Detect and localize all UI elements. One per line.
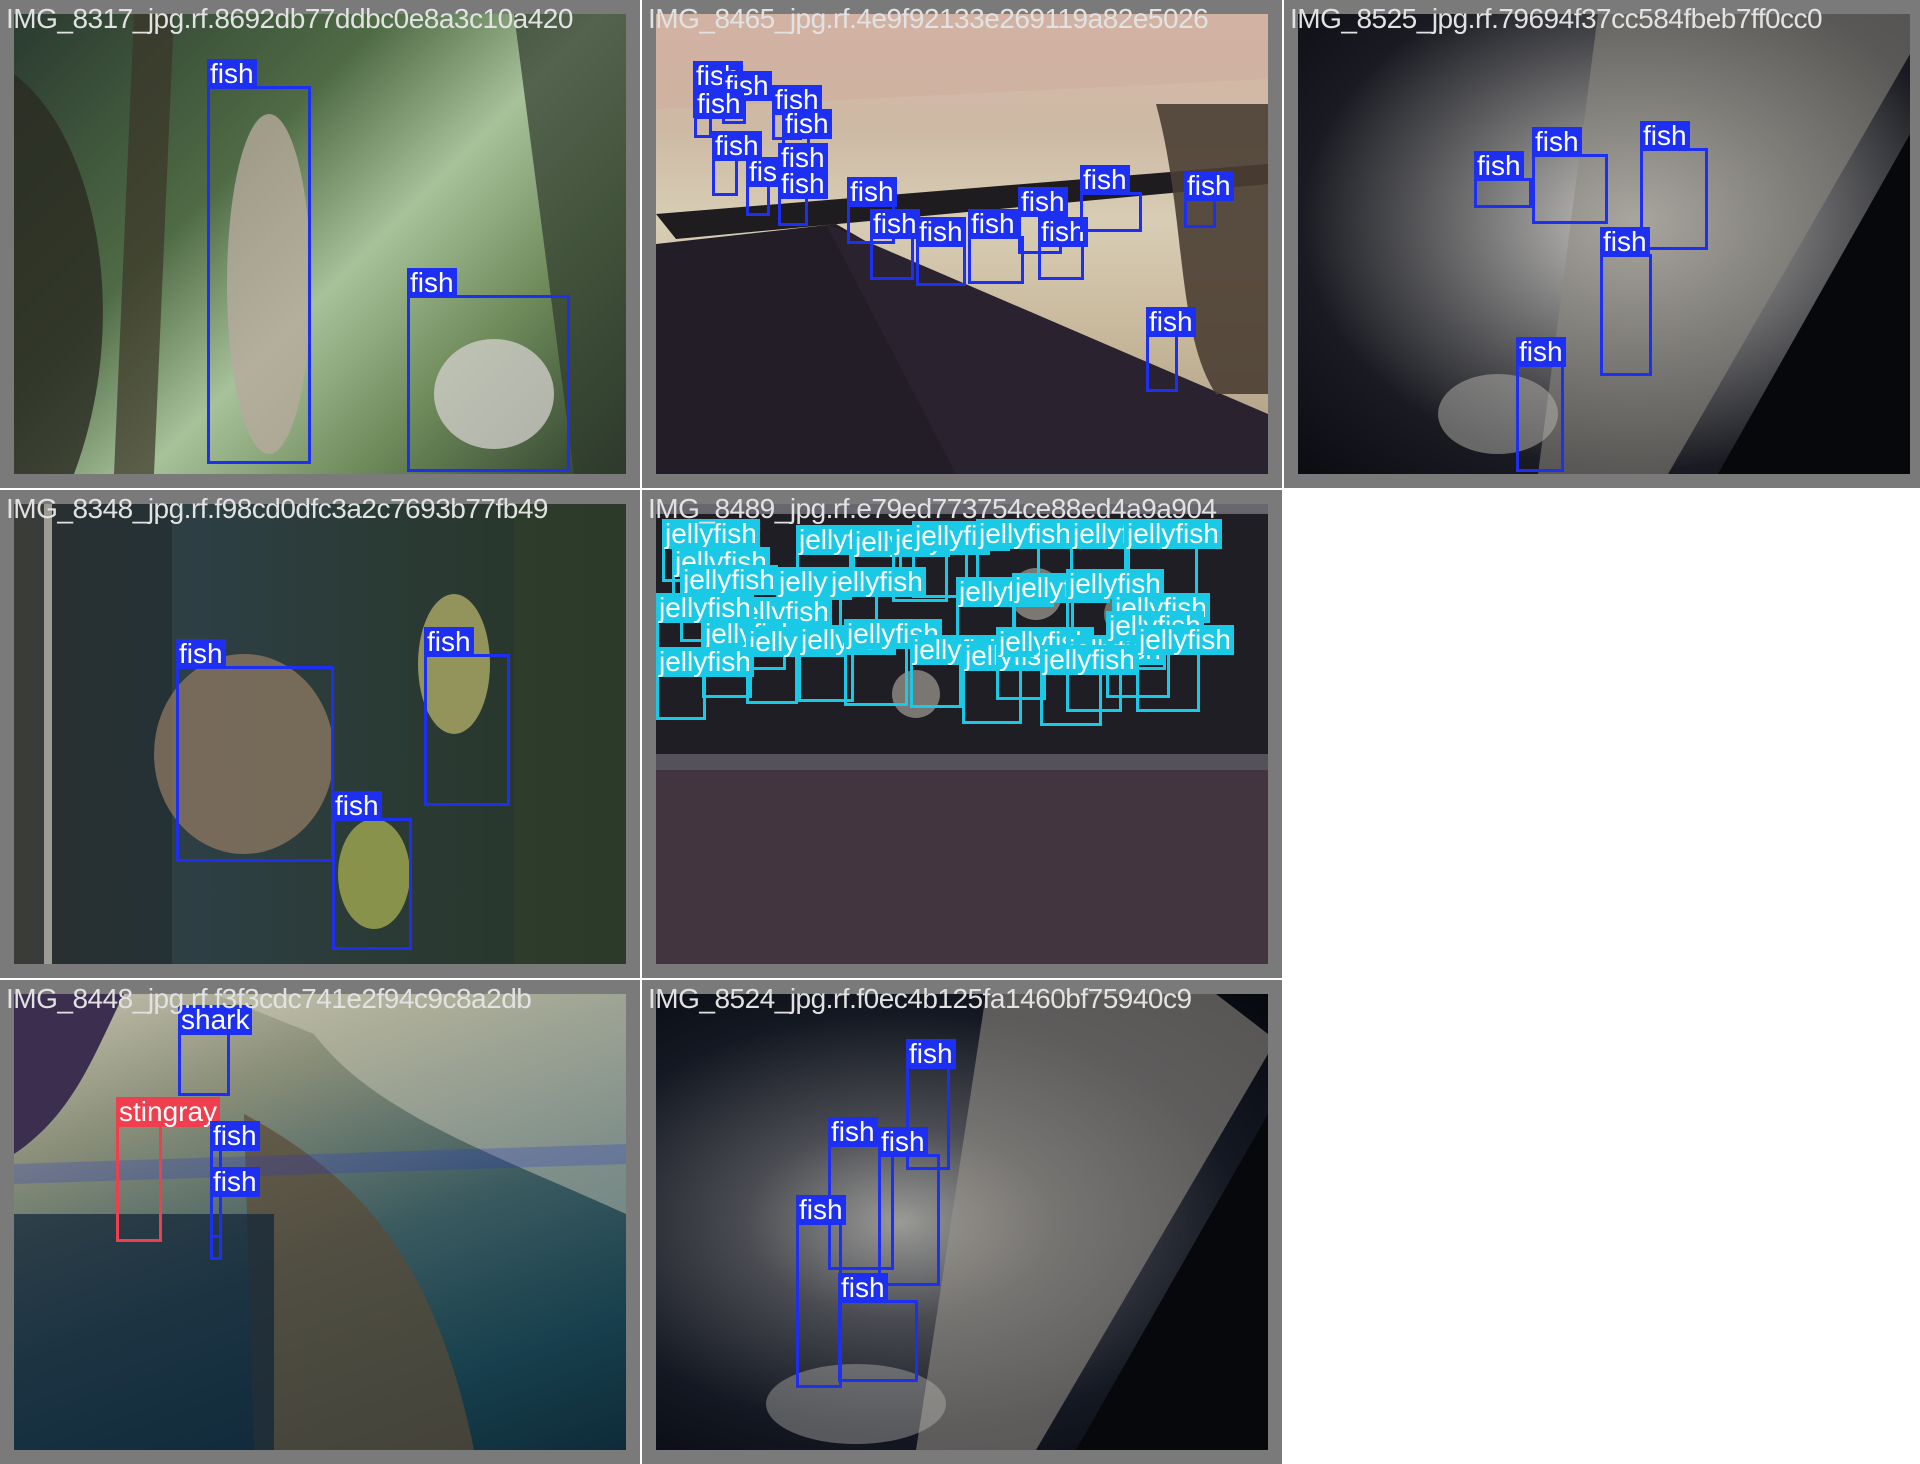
detection-box-fish: fish [712,131,762,196]
mosaic-tile-7: IMG_8524_jpg.rf.f0ec4b125fa1460bf75940c9… [642,980,1282,1464]
detection-box-fish: fish [1184,171,1234,228]
mosaic-tile-4: IMG_8348_jpg.rf.f98cd0dfc3a2c7693b77fb49… [0,490,640,978]
detection-box-fish: fish [1516,337,1566,472]
detection-box-fish: fish [878,1127,940,1286]
detection-label: fish [407,268,457,298]
detection-label: fish [828,1117,878,1147]
detection-label: jellyfish [680,565,778,595]
detection-box-fish: fish [746,157,796,216]
image-filename: IMG_8525_jpg.rf.79694f37cc584fbeb7ff0cc0 [1290,3,1823,34]
detection-box-fish: fish [424,627,510,806]
image-filename: IMG_8489_jpg.rf.e79ed773754ce88ed4a9a904 [648,493,1217,524]
detection-box-jellyfish: jellyfish [656,647,754,720]
detection-box-jellyfish: jellyfish [1040,645,1138,726]
detection-label: fish [210,1167,260,1197]
detection-label: fish [968,209,1018,239]
detection-label: fish [1018,187,1068,217]
detection-label: fish [916,217,966,247]
detection-label: stingray [116,1097,221,1127]
aquarium-photo [656,994,1268,1450]
photo-scenery [14,994,626,1450]
image-filename: IMG_8465_jpg.rf.4e9f92133e269119a82e5026 [648,3,1209,34]
mosaic-tile-5: IMG_8489_jpg.rf.e79ed773754ce88ed4a9a904… [642,490,1282,978]
detection-box-jellyfish: jellyfish [996,627,1094,700]
detection-label: fish [332,791,382,821]
detection-label: fish [424,627,474,657]
detection-box-stingray: stingray [116,1097,221,1242]
detection-box-fish: fish [1146,307,1196,392]
detection-label: fish [782,109,832,139]
detection-label: fish [1080,165,1130,195]
detection-box-fish: fish [838,1273,918,1382]
image-filename: IMG_8317_jpg.rf.8692db77ddbc0e8a3c10a420 [6,3,573,34]
detection-label: fish [1640,121,1690,151]
detection-box-jellyfish: jellyfish [844,619,942,706]
detection-box-fish: fish [1640,121,1708,250]
detection-label: fish [1474,151,1524,181]
detection-box-fish: fish [1080,165,1142,232]
detection-label: jellyfish [656,647,754,677]
detection-label: fish [847,177,897,207]
detection-box-fish: fish [1532,127,1608,224]
detection-box-jellyfish: jellyfish [1136,625,1234,712]
image-filename: IMG_8448_jpg.rf.f3f3cdc741e2f94c9c8a2db [6,983,532,1014]
detection-box-fish: fish [968,209,1024,284]
detection-label: fish [176,639,226,669]
detection-box-fish: fish [1600,227,1652,376]
detection-label: fish [1184,171,1234,201]
detection-label: fish [870,209,920,239]
detection-label: fish [778,169,828,199]
detection-box-fish: fish [210,1167,260,1260]
mosaic-tile-1: IMG_8317_jpg.rf.8692db77ddbc0e8a3c10a420… [0,0,640,488]
detection-label: fish [906,1039,956,1069]
detection-label: fish [1600,227,1650,257]
detection-box-fish: fish [796,1195,846,1388]
detection-box-fish: fish [916,217,966,286]
image-filename: IMG_8348_jpg.rf.f98cd0dfc3a2c7693b77fb49 [6,493,548,524]
detection-label: fish [1516,337,1566,367]
detection-label: fish [207,59,257,89]
detection-box-fish: fish [694,89,744,138]
detection-label: fish [1532,127,1582,157]
detection-box-shark: shark [178,1005,253,1096]
detection-box-jellyfish: jellyfish [910,635,1008,708]
detection-box-fish: fish [207,59,311,464]
mosaic-tile-6: IMG_8448_jpg.rf.f3f3cdc741e2f94c9c8a2db … [0,980,640,1464]
detection-label: jellyfish [1136,625,1234,655]
detection-label: fish [838,1273,888,1303]
image-filename: IMG_8524_jpg.rf.f0ec4b125fa1460bf75940c9 [648,983,1192,1014]
detection-box-fish: fish [870,209,920,280]
detection-label: fish [796,1195,846,1225]
photo-scenery [766,994,1268,1450]
detection-box-fish: fish [778,169,828,226]
detection-box-fish: fish [407,268,570,472]
detection-box-fish: fish [1474,151,1532,208]
detection-label: fish [694,89,744,119]
detection-label: fish [210,1121,260,1151]
detection-label: fish [1146,307,1196,337]
detection-box-fish: fish [176,639,334,862]
mosaic-tile-3: IMG_8525_jpg.rf.79694f37cc584fbeb7ff0cc0… [1284,0,1920,488]
detection-label: jellyfish [1040,645,1138,675]
detection-label: jellyfish [828,567,926,597]
aquarium-photo [14,994,626,1450]
detection-label: fish [878,1127,928,1157]
detection-box-fish: fish [1038,217,1088,280]
detection-box-fish: fish [332,791,412,950]
mosaic-tile-2: IMG_8465_jpg.rf.4e9f92133e269119a82e5026… [642,0,1282,488]
